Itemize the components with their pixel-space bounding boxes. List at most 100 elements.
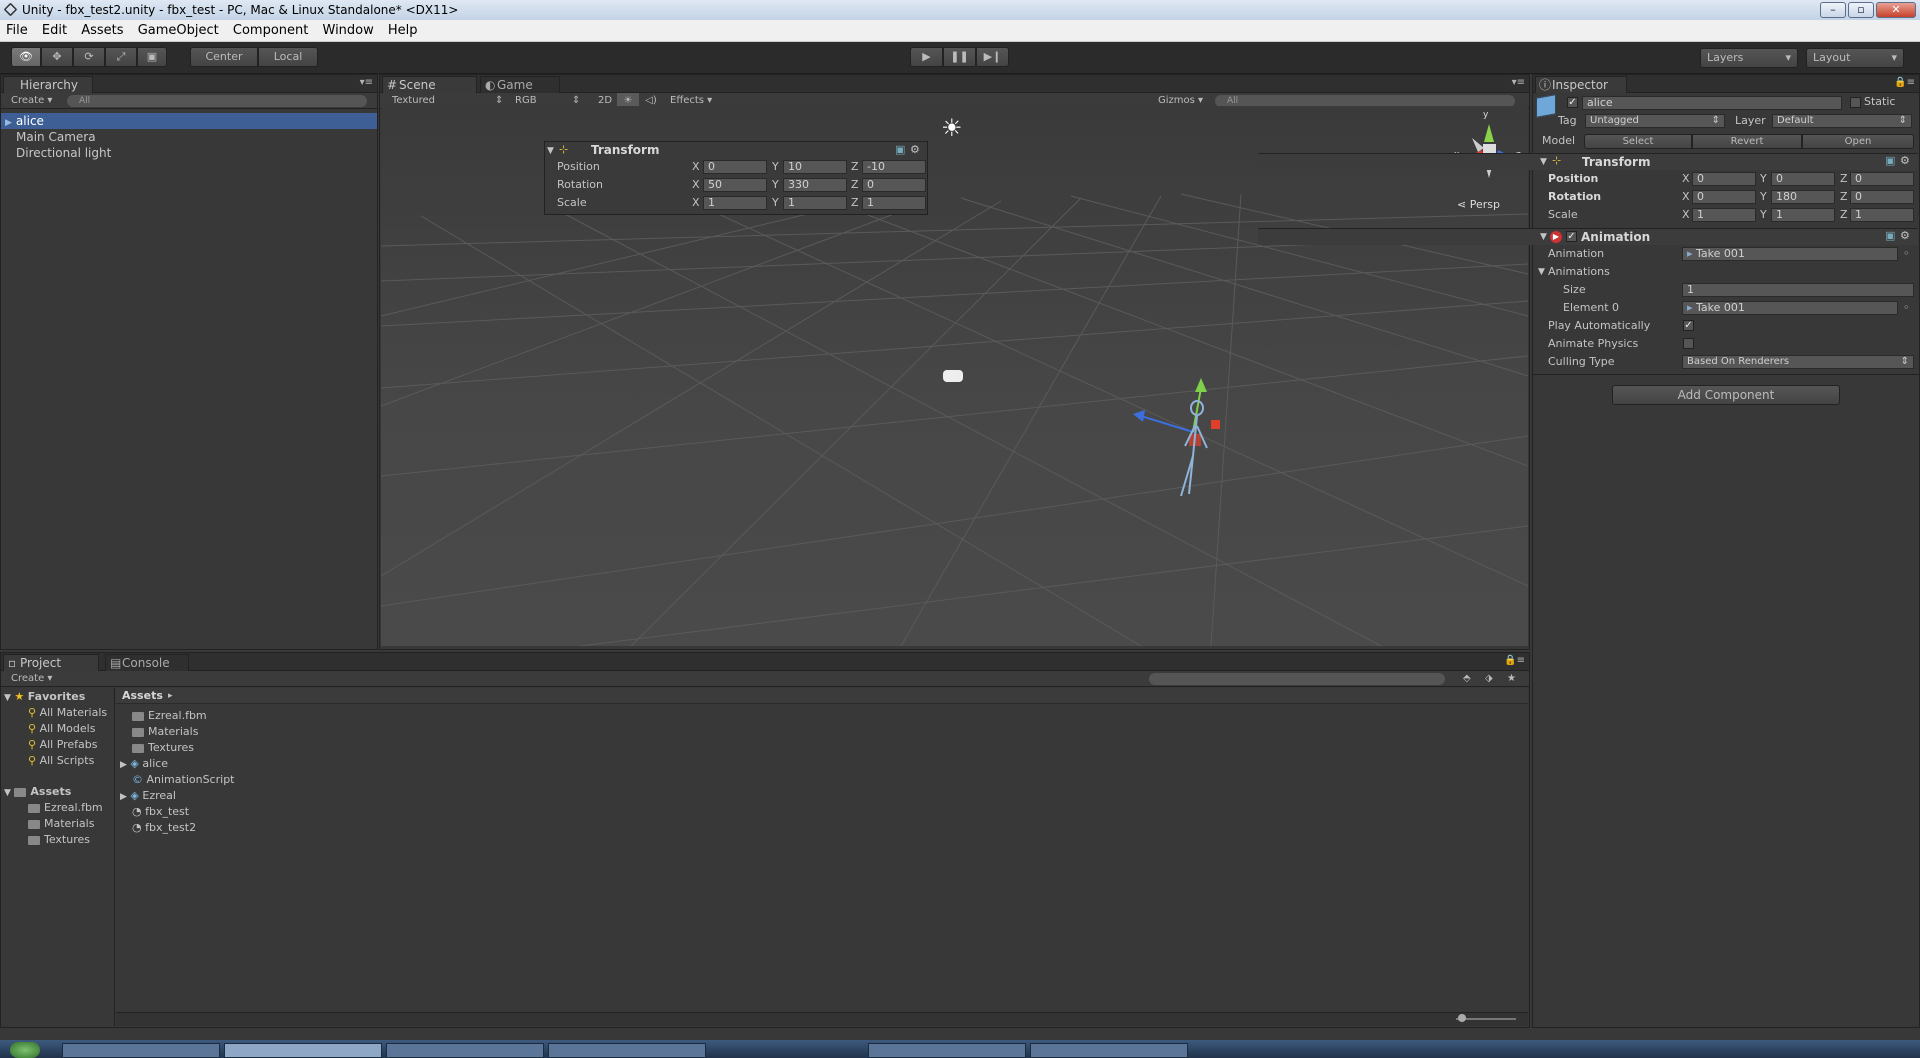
menu-window[interactable]: Window — [319, 23, 378, 38]
filter-type-icon[interactable]: ⬘ — [1463, 671, 1471, 687]
favorite-all-prefabs[interactable]: ⚲ All Prefabs — [28, 737, 98, 752]
overlay-scale-z-field[interactable]: 1 — [862, 196, 926, 210]
scale-z-field[interactable]: 1 — [1850, 208, 1914, 222]
layer-dropdown[interactable]: Default ⇕ — [1772, 114, 1912, 128]
overlay-rotation-x-field[interactable]: 50 — [703, 178, 767, 192]
play-button[interactable]: ▶ — [910, 47, 943, 67]
taskbar-item[interactable] — [548, 1043, 706, 1058]
overlay-position-y-field[interactable]: 10 — [783, 160, 847, 174]
rotate-tool-button[interactable]: ⟳ — [73, 47, 105, 67]
element-0-field[interactable]: ▸ Take 001 — [1682, 301, 1898, 315]
rotation-z-field[interactable]: 0 — [1850, 190, 1914, 204]
foldout-arrow-icon[interactable]: ▼ — [547, 144, 554, 158]
project-create-button[interactable]: Create ▾ — [11, 673, 52, 684]
model-open-button[interactable]: Open — [1802, 134, 1914, 149]
layers-dropdown[interactable]: Layers ▾ — [1700, 48, 1798, 68]
close-button[interactable]: ✕ — [1876, 2, 1916, 18]
tab-hierarchy[interactable]: Hierarchy — [3, 76, 93, 93]
model-revert-button[interactable]: Revert — [1692, 134, 1802, 149]
model-select-button[interactable]: Select — [1584, 134, 1692, 149]
overlay-scale-x-field[interactable]: 1 — [703, 196, 767, 210]
culling-type-dropdown[interactable]: Based On Renderers ⇕ — [1682, 355, 1914, 369]
active-checkbox[interactable]: ✓ — [1567, 97, 1578, 108]
position-x-field[interactable]: 0 — [1692, 172, 1756, 186]
triangle-right-icon[interactable]: ▶ — [5, 118, 12, 128]
breadcrumb-assets[interactable]: Assets — [122, 689, 163, 703]
camera-gizmo-icon[interactable] — [943, 370, 963, 382]
foldout-arrow-icon[interactable]: ▼ — [4, 693, 11, 703]
asset-item[interactable]: Textures — [132, 740, 194, 755]
taskbar-item[interactable] — [868, 1043, 1026, 1058]
directional-light-icon[interactable]: ☀ — [941, 114, 963, 142]
gear-icon[interactable]: ⚙ — [1900, 229, 1910, 243]
assets-folder-item[interactable]: Ezreal.fbm — [28, 800, 103, 815]
project-search-input[interactable] — [1149, 673, 1445, 685]
hierarchy-search-input[interactable]: All — [67, 95, 367, 107]
overlay-scale-y-field[interactable]: 1 — [783, 196, 847, 210]
favorite-star-icon[interactable]: ★ — [1507, 671, 1516, 687]
help-icon[interactable]: ▣ — [1885, 229, 1895, 243]
triangle-right-icon[interactable]: ▶ — [120, 760, 127, 770]
foldout-arrow-icon[interactable]: ▼ — [1538, 265, 1545, 279]
taskbar-item[interactable] — [224, 1043, 382, 1058]
asset-item[interactable]: Ezreal.fbm — [132, 708, 207, 723]
favorite-all-scripts[interactable]: ⚲ All Scripts — [28, 753, 94, 768]
perspective-toggle[interactable]: ⋖ Persp — [1457, 198, 1500, 211]
lock-icon[interactable]: 🔒≡ — [1894, 77, 1915, 88]
tab-project[interactable]: ▫ Project — [3, 654, 99, 671]
tab-console[interactable]: ▤ Console — [105, 654, 189, 671]
panel-menu-icon[interactable]: ▾≡ — [1512, 77, 1525, 88]
tab-game[interactable]: ◐ Game — [480, 76, 560, 93]
scale-x-field[interactable]: 1 — [1692, 208, 1756, 222]
hand-tool-button[interactable]: 👁 — [11, 47, 41, 67]
help-icon[interactable]: ▣ — [1885, 154, 1895, 168]
layout-dropdown[interactable]: Layout ▾ — [1806, 48, 1904, 68]
overlay-rotation-z-field[interactable]: 0 — [862, 178, 926, 192]
overlay-position-x-field[interactable]: 0 — [703, 160, 767, 174]
position-z-field[interactable]: 0 — [1850, 172, 1914, 186]
overlay-rotation-y-field[interactable]: 330 — [783, 178, 847, 192]
character-model[interactable] — [1131, 376, 1231, 506]
hierarchy-create-button[interactable]: Create ▾ — [11, 95, 52, 106]
gear-icon[interactable]: ⚙ — [1900, 154, 1910, 168]
asset-item[interactable]: ◔ fbx_test — [132, 804, 189, 819]
asset-item[interactable]: Materials — [132, 724, 198, 739]
scale-tool-button[interactable]: ⤢ — [105, 47, 137, 67]
animation-enabled-checkbox[interactable]: ✓ — [1566, 231, 1577, 242]
asset-item[interactable]: ◔ fbx_test2 — [132, 820, 196, 835]
position-y-field[interactable]: 0 — [1771, 172, 1835, 186]
scale-y-field[interactable]: 1 — [1771, 208, 1835, 222]
filter-label-icon[interactable]: ⬗ — [1485, 671, 1493, 687]
tag-dropdown[interactable]: Untagged ⇕ — [1585, 114, 1725, 128]
rect-tool-button[interactable]: ▣ — [137, 47, 167, 67]
taskbar-item[interactable] — [1030, 1043, 1188, 1058]
asset-item[interactable]: ▶ ◈ Ezreal — [120, 788, 176, 803]
assets-root-item[interactable]: ▼ Assets — [4, 784, 71, 799]
menu-help[interactable]: Help — [384, 23, 422, 38]
maximize-button[interactable]: ▫ — [1848, 2, 1874, 18]
animate-physics-checkbox[interactable] — [1683, 338, 1694, 349]
menu-component[interactable]: Component — [229, 23, 312, 38]
hierarchy-item-main-camera[interactable]: Main Camera — [1, 129, 96, 145]
animations-size-field[interactable]: 1 — [1682, 283, 1914, 297]
asset-item[interactable]: ▶ ◈ alice — [120, 756, 168, 771]
help-icon[interactable]: ▣ — [895, 143, 905, 157]
tab-inspector[interactable]: ⓘ Inspector — [1535, 76, 1627, 93]
hierarchy-item-directional-light[interactable]: Directional light — [1, 145, 111, 161]
object-picker-icon[interactable]: ◦ — [1903, 301, 1910, 315]
pivot-center-button[interactable]: Center — [190, 47, 258, 67]
menu-gameobject[interactable]: GameObject — [134, 23, 223, 38]
triangle-right-icon[interactable]: ▶ — [120, 792, 127, 802]
favorite-all-models[interactable]: ⚲ All Models — [28, 721, 95, 736]
tab-scene[interactable]: # Scene — [382, 76, 477, 93]
taskbar-item[interactable] — [386, 1043, 544, 1058]
menu-edit[interactable]: Edit — [38, 23, 71, 38]
pivot-local-button[interactable]: Local — [258, 47, 318, 67]
minimize-button[interactable]: – — [1820, 2, 1846, 18]
animation-clip-field[interactable]: ▸ Take 001 — [1682, 247, 1898, 261]
menu-file[interactable]: File — [2, 23, 32, 38]
object-picker-icon[interactable]: ◦ — [1903, 247, 1910, 261]
add-component-button[interactable]: Add Component — [1612, 385, 1840, 405]
panel-menu-icon[interactable]: ▾≡ — [360, 77, 373, 88]
foldout-arrow-icon[interactable]: ▼ — [1540, 230, 1547, 244]
